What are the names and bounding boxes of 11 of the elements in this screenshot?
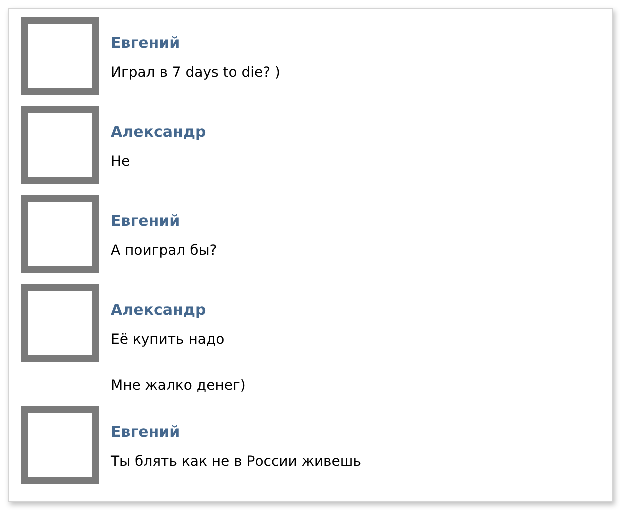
message-text: Её купить надо: [111, 331, 226, 349]
message-text: Ты блять как не в России живешь: [111, 453, 362, 471]
message-text: А поиграл бы?: [111, 242, 218, 260]
author-name[interactable]: Александр: [111, 122, 206, 142]
message-text: Играл в 7 days to die? ): [111, 64, 280, 82]
message-text: Не: [111, 153, 132, 171]
author-name[interactable]: Евгений: [111, 33, 280, 53]
message-text: Мне жалко денег): [111, 377, 246, 395]
author-name[interactable]: Александр: [111, 300, 246, 320]
author-name[interactable]: Евгений: [111, 422, 362, 442]
author-name[interactable]: Евгений: [111, 211, 218, 231]
